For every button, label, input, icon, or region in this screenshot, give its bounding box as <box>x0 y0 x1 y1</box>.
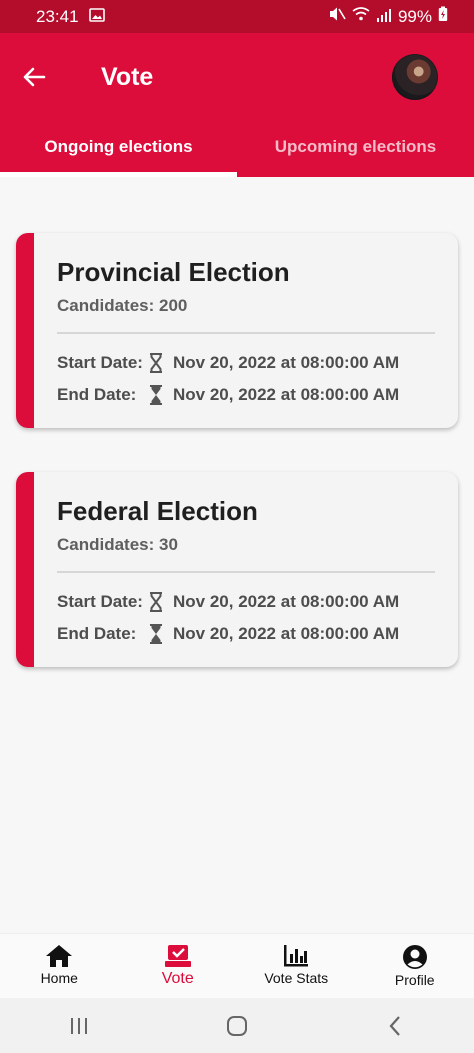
tab-upcoming-elections[interactable]: Upcoming elections <box>237 123 474 177</box>
bar-chart-icon <box>284 945 309 967</box>
mute-icon <box>328 6 346 27</box>
start-date-label: Start Date: <box>57 353 143 372</box>
election-name: Federal Election <box>57 496 258 526</box>
recent-apps-icon[interactable] <box>59 1011 99 1041</box>
start-date-value: Nov 20, 2022 at 08:00:00 AM <box>173 353 400 372</box>
system-navigation-bar <box>0 998 474 1053</box>
nav-vote-stats[interactable]: Vote Stats <box>237 934 356 999</box>
nav-label: Home <box>40 970 78 986</box>
bottom-navigation: Home Vote Vote Stats Profile <box>0 933 474 999</box>
home-circle-icon[interactable] <box>217 1011 257 1041</box>
end-date-row: End Date: Nov 20, 2022 at 08:00:00 AM <box>57 385 399 405</box>
status-bar: 23:41 99% <box>0 0 474 33</box>
card-accent <box>16 233 34 428</box>
end-date-label: End Date: <box>57 624 137 643</box>
home-icon <box>46 945 73 967</box>
election-name: Provincial Election <box>57 257 290 287</box>
end-date-value: Nov 20, 2022 at 08:00:00 AM <box>173 624 400 643</box>
page-title: Vote <box>101 63 154 91</box>
hourglass-empty-icon <box>150 592 162 612</box>
signal-icon <box>376 7 392 27</box>
tab-indicator <box>0 172 237 177</box>
nav-vote[interactable]: Vote <box>119 934 238 999</box>
start-date-row: Start Date: Nov 20, 2022 at 08:00:00 AM <box>57 592 399 612</box>
candidate-count: Candidates: 200 <box>57 296 188 315</box>
hourglass-full-icon <box>150 624 162 644</box>
start-date-row: Start Date: Nov 20, 2022 at 08:00:00 AM <box>57 353 399 373</box>
card-divider <box>57 571 435 573</box>
account-circle-icon <box>402 945 427 969</box>
nav-label: Profile <box>394 972 435 988</box>
election-tabs: Ongoing elections Upcoming elections <box>0 123 474 177</box>
hourglass-full-icon <box>150 385 162 405</box>
nav-label: Vote <box>161 970 194 987</box>
end-date-label: End Date: <box>57 385 137 404</box>
status-time: 23:41 <box>36 6 79 26</box>
battery-charging-icon <box>438 6 448 27</box>
app-bar: Vote Ongoing elections Upcoming election… <box>0 33 474 177</box>
election-card[interactable]: Provincial Election Candidates: 200 Star… <box>16 233 458 428</box>
candidate-count: Candidates: 30 <box>57 535 178 554</box>
hourglass-empty-icon <box>150 353 162 373</box>
avatar[interactable] <box>392 54 438 100</box>
tab-label: Upcoming elections <box>274 137 437 156</box>
tab-label: Ongoing elections <box>44 137 193 156</box>
nav-home[interactable]: Home <box>0 934 119 999</box>
vote-icon <box>164 945 191 967</box>
back-arrow-icon[interactable] <box>18 61 50 93</box>
tab-ongoing-elections[interactable]: Ongoing elections <box>0 123 237 177</box>
end-date-row: End Date: Nov 20, 2022 at 08:00:00 AM <box>57 624 399 644</box>
wifi-icon <box>352 6 370 27</box>
nav-profile[interactable]: Profile <box>356 934 474 999</box>
start-date-label: Start Date: <box>57 592 143 611</box>
gallery-icon <box>88 7 105 27</box>
card-accent <box>16 472 34 667</box>
battery-level: 99% <box>397 6 432 26</box>
end-date-value: Nov 20, 2022 at 08:00:00 AM <box>173 385 400 404</box>
card-divider <box>57 332 435 334</box>
start-date-value: Nov 20, 2022 at 08:00:00 AM <box>173 592 400 611</box>
nav-label: Vote Stats <box>264 970 329 986</box>
election-card[interactable]: Federal Election Candidates: 30 Start Da… <box>16 472 458 667</box>
back-chevron-icon[interactable] <box>375 1011 415 1041</box>
